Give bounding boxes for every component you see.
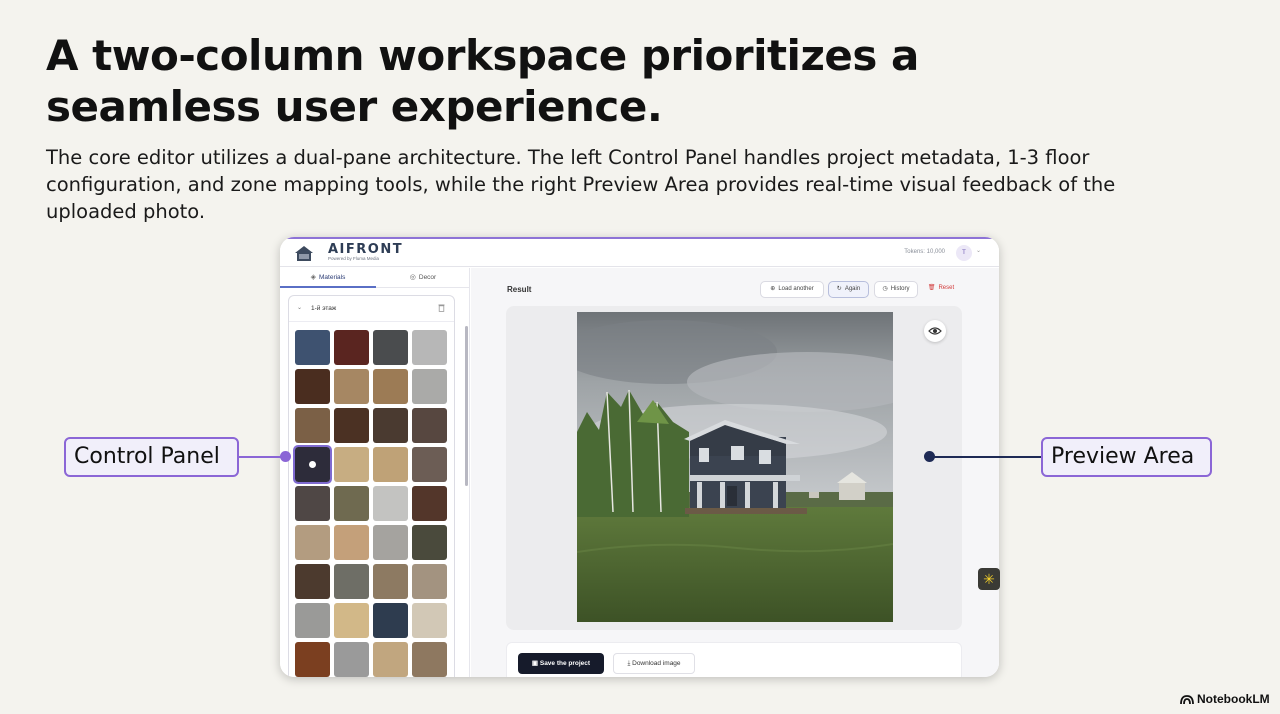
material-swatch[interactable]: [295, 525, 330, 560]
control-panel: ◈ Materials ◎ Decor ⌄ 1-й этаж: [280, 268, 470, 677]
material-swatch[interactable]: [334, 447, 369, 482]
tab-materials[interactable]: ◈ Materials: [280, 268, 376, 288]
control-panel-callout: Control Panel: [64, 437, 239, 477]
trash-icon[interactable]: [438, 303, 445, 312]
layers-icon: ◈: [310, 274, 316, 281]
download-label: Download image: [632, 660, 681, 667]
zone-title: 1-й этаж: [311, 305, 337, 312]
material-swatch[interactable]: [295, 486, 330, 521]
house-photo-image: [577, 312, 893, 622]
save-project-button[interactable]: ▣ Save the project: [518, 653, 604, 674]
material-swatch[interactable]: [334, 369, 369, 404]
material-swatch[interactable]: [334, 564, 369, 599]
material-swatch[interactable]: [373, 603, 408, 638]
house-photo: [577, 312, 893, 622]
notebooklm-logo-icon: [1180, 694, 1194, 704]
scrollbar[interactable]: [465, 326, 468, 486]
material-swatch[interactable]: [412, 408, 447, 443]
material-swatch[interactable]: [334, 486, 369, 521]
tab-decor-label: Decor: [418, 274, 437, 281]
slide-title: A two-column workspace prioritizes a sea…: [46, 31, 919, 131]
notebooklm-brand: NotebookLM: [1180, 692, 1270, 706]
material-swatch[interactable]: [412, 330, 447, 365]
material-swatch[interactable]: [373, 408, 408, 443]
material-swatch[interactable]: [412, 447, 447, 482]
app-window: AIFRONT Powered by Fluma Media Tokens: 1…: [280, 237, 999, 677]
material-swatch[interactable]: [412, 564, 447, 599]
palette-icon: ◎: [409, 274, 416, 281]
action-bar: ▣ Save the project ⤓ Download image: [506, 642, 962, 677]
history-button[interactable]: ◷ History: [874, 281, 918, 298]
avatar[interactable]: T: [956, 245, 972, 261]
material-swatch[interactable]: [373, 447, 408, 482]
eye-icon[interactable]: [924, 320, 946, 342]
chevron-down-icon[interactable]: ⌄: [976, 247, 981, 254]
house-logo-icon: [295, 246, 313, 261]
material-swatch[interactable]: [334, 408, 369, 443]
again-button[interactable]: ↻ Again: [828, 281, 869, 298]
history-icon: ◷: [882, 286, 888, 292]
reset-button[interactable]: 🗑 Reset: [924, 281, 958, 298]
refresh-icon: ↻: [836, 286, 842, 292]
material-swatch[interactable]: [373, 525, 408, 560]
material-swatch[interactable]: [412, 603, 447, 638]
history-label: History: [890, 286, 910, 292]
material-swatch[interactable]: [295, 564, 330, 599]
material-swatch[interactable]: [373, 369, 408, 404]
tab-decor[interactable]: ◎ Decor: [376, 268, 470, 288]
material-swatch-grid: [293, 330, 453, 677]
material-swatch[interactable]: [295, 603, 330, 638]
selected-dot-icon: [309, 461, 316, 468]
load-another-label: Load another: [778, 286, 814, 292]
app-logo[interactable]: AIFRONT: [328, 242, 403, 257]
tab-materials-label: Materials: [319, 274, 346, 281]
plus-icon: ⊕: [770, 286, 776, 292]
slide-body: The core editor utilizes a dual-pane arc…: [46, 146, 1116, 223]
zone-card: ⌄ 1-й этаж: [288, 295, 455, 677]
material-swatch[interactable]: [412, 369, 447, 404]
app-logo-subtitle: Powered by Fluma Media: [328, 256, 380, 261]
again-label: Again: [844, 286, 861, 292]
callout-dot-right: [924, 451, 935, 462]
material-swatch[interactable]: [295, 642, 330, 677]
result-label: Result: [507, 285, 532, 294]
material-swatch[interactable]: [334, 603, 369, 638]
preview-pane: Result ⊕ Load another ↻ Again ◷ History 🗑 Re…: [471, 268, 999, 677]
preview-area-callout: Preview Area: [1041, 437, 1212, 477]
save-label: Save the project: [539, 660, 591, 667]
load-another-button[interactable]: ⊕ Load another: [760, 281, 824, 298]
material-swatch[interactable]: [373, 642, 408, 677]
callout-line-left: [239, 456, 285, 458]
app-header: AIFRONT Powered by Fluma Media Tokens: 1…: [280, 239, 999, 267]
material-swatch[interactable]: [334, 330, 369, 365]
reset-label: Reset: [938, 285, 955, 291]
chevron-down-icon[interactable]: ⌄: [297, 304, 302, 311]
callout-dot-left: [280, 451, 291, 462]
material-swatch[interactable]: [295, 369, 330, 404]
zone-card-header[interactable]: ⌄ 1-й этаж: [289, 296, 454, 322]
material-swatch[interactable]: [412, 642, 447, 677]
download-image-button[interactable]: ⤓ Download image: [613, 653, 695, 674]
material-swatch[interactable]: [373, 564, 408, 599]
material-swatch[interactable]: [373, 486, 408, 521]
panel-tabs: ◈ Materials ◎ Decor: [280, 268, 470, 288]
sparkle-icon[interactable]: ✳: [978, 568, 1000, 590]
material-swatch[interactable]: [295, 408, 330, 443]
callout-line-right: [930, 456, 1041, 458]
save-icon: ▣: [531, 660, 540, 667]
material-swatch[interactable]: [293, 445, 332, 484]
brand-label: NotebookLM: [1197, 692, 1270, 706]
material-swatch[interactable]: [412, 525, 447, 560]
material-swatch[interactable]: [334, 642, 369, 677]
material-swatch[interactable]: [334, 525, 369, 560]
material-swatch[interactable]: [412, 486, 447, 521]
material-swatch[interactable]: [373, 330, 408, 365]
material-swatch[interactable]: [295, 330, 330, 365]
trash-icon: 🗑: [927, 285, 936, 291]
token-balance: Tokens: 10,000: [904, 249, 945, 255]
